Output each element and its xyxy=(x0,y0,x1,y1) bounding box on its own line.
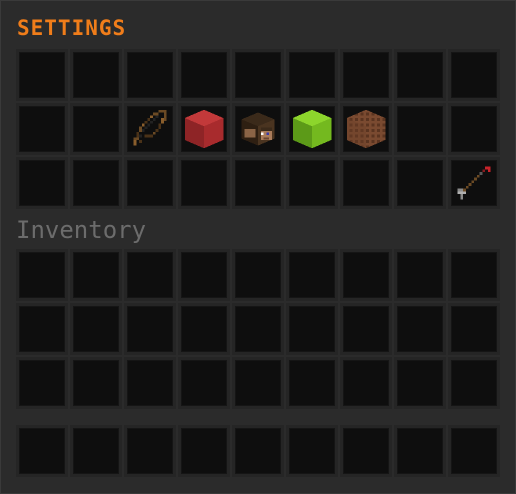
inventory-slot[interactable] xyxy=(340,303,392,355)
settings-slot[interactable] xyxy=(286,49,338,101)
inventory-slot[interactable] xyxy=(232,249,284,301)
inventory-slot[interactable] xyxy=(286,303,338,355)
hotbar-slot[interactable] xyxy=(178,425,230,477)
inventory-slot[interactable] xyxy=(16,303,68,355)
settings-slot[interactable] xyxy=(448,49,500,101)
inventory-slot[interactable] xyxy=(394,303,446,355)
settings-slot[interactable] xyxy=(16,103,68,155)
inventory-slot[interactable] xyxy=(124,357,176,409)
inventory-slot[interactable] xyxy=(70,357,122,409)
inventory-slot[interactable] xyxy=(448,303,500,355)
settings-slot[interactable] xyxy=(70,157,122,209)
settings-slot[interactable] xyxy=(178,157,230,209)
settings-slot[interactable] xyxy=(232,103,284,155)
hotbar-slot[interactable] xyxy=(286,425,338,477)
settings-slot[interactable] xyxy=(340,103,392,155)
settings-slot[interactable] xyxy=(394,157,446,209)
settings-slot[interactable] xyxy=(70,49,122,101)
settings-slot[interactable] xyxy=(178,49,230,101)
red-wool-block-icon xyxy=(182,107,226,151)
bow-icon xyxy=(128,107,172,151)
settings-slot[interactable] xyxy=(448,103,500,155)
inventory-slot[interactable] xyxy=(394,357,446,409)
settings-slot[interactable] xyxy=(124,49,176,101)
settings-slot[interactable] xyxy=(394,103,446,155)
hotbar-slot[interactable] xyxy=(340,425,392,477)
inventory-slot[interactable] xyxy=(232,357,284,409)
inventory-slot[interactable] xyxy=(340,357,392,409)
settings-slot[interactable] xyxy=(16,157,68,209)
inventory-slot[interactable] xyxy=(16,357,68,409)
inventory-slot[interactable] xyxy=(178,249,230,301)
settings-slot[interactable] xyxy=(448,157,500,209)
inventory-slot[interactable] xyxy=(448,249,500,301)
settings-slot[interactable] xyxy=(286,103,338,155)
settings-slot[interactable] xyxy=(124,157,176,209)
inventory-slot[interactable] xyxy=(340,249,392,301)
inventory-slot[interactable] xyxy=(286,357,338,409)
inventory-slot[interactable] xyxy=(124,303,176,355)
inventory-slot[interactable] xyxy=(178,303,230,355)
settings-slot[interactable] xyxy=(232,49,284,101)
inventory-slot[interactable] xyxy=(70,303,122,355)
hotbar-slot[interactable] xyxy=(124,425,176,477)
inventory-label: Inventory xyxy=(16,216,147,244)
hotbar-slot[interactable] xyxy=(232,425,284,477)
settings-slot[interactable] xyxy=(286,157,338,209)
note-block-icon xyxy=(344,107,388,151)
settings-slot[interactable] xyxy=(178,103,230,155)
player-head-icon xyxy=(236,107,280,151)
inventory-slot[interactable] xyxy=(178,357,230,409)
inventory-grid xyxy=(16,249,500,409)
settings-slot[interactable] xyxy=(340,49,392,101)
settings-slot[interactable] xyxy=(232,157,284,209)
window-title: SETTINGS xyxy=(17,16,127,40)
hotbar-slot[interactable] xyxy=(16,425,68,477)
hotbar-slot[interactable] xyxy=(394,425,446,477)
settings-slot[interactable] xyxy=(340,157,392,209)
arrow-icon xyxy=(452,161,496,205)
settings-slot[interactable] xyxy=(394,49,446,101)
settings-slot[interactable] xyxy=(124,103,176,155)
inventory-slot[interactable] xyxy=(394,249,446,301)
settings-slot[interactable] xyxy=(16,49,68,101)
inventory-slot[interactable] xyxy=(286,249,338,301)
inventory-slot[interactable] xyxy=(124,249,176,301)
inventory-slot[interactable] xyxy=(232,303,284,355)
settings-grid xyxy=(16,49,500,209)
settings-window: SETTINGS Inventory xyxy=(0,0,516,494)
inventory-slot[interactable] xyxy=(448,357,500,409)
hotbar-slot[interactable] xyxy=(70,425,122,477)
hotbar-slot[interactable] xyxy=(448,425,500,477)
inventory-slot[interactable] xyxy=(16,249,68,301)
lime-wool-block-icon xyxy=(290,107,334,151)
inventory-slot[interactable] xyxy=(70,249,122,301)
hotbar xyxy=(16,425,500,477)
settings-slot[interactable] xyxy=(70,103,122,155)
